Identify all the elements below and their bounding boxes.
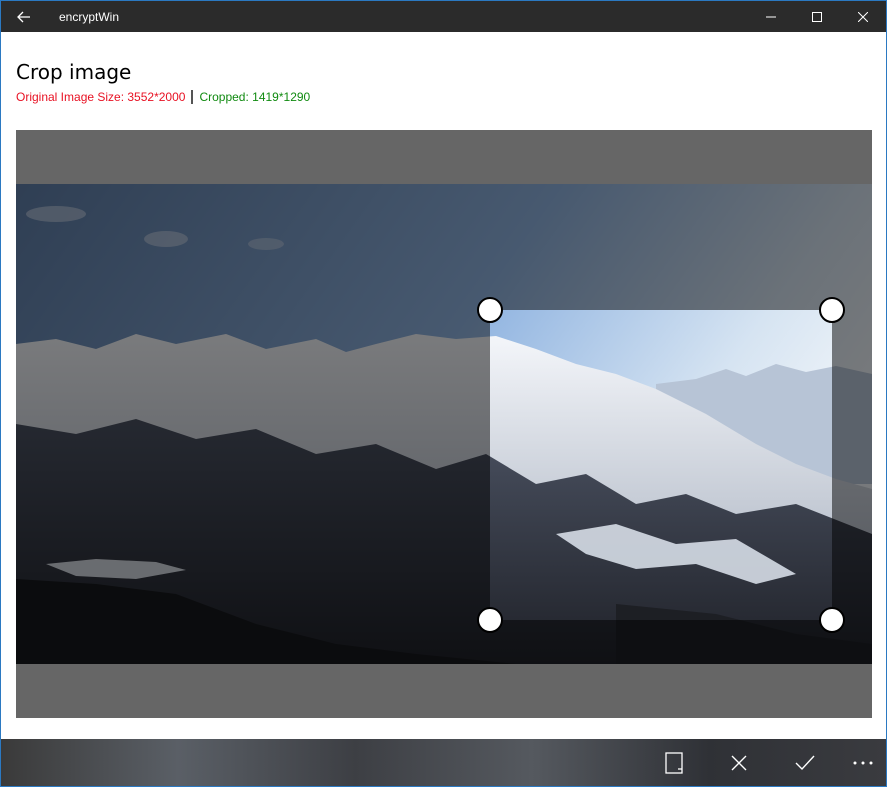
content-area: Crop image Original Image Size: 3552*200… bbox=[1, 32, 886, 740]
close-icon bbox=[858, 11, 868, 22]
size-separator bbox=[191, 90, 194, 104]
window-controls bbox=[748, 1, 886, 32]
app-window: encryptWin Crop image Original Image Siz… bbox=[0, 0, 887, 787]
crop-handle-bottom-left[interactable] bbox=[477, 607, 503, 633]
crop-selection[interactable] bbox=[490, 310, 832, 620]
back-button[interactable] bbox=[1, 1, 47, 32]
window-title: encryptWin bbox=[59, 9, 120, 24]
page-title: Crop image bbox=[16, 60, 132, 84]
dim-mask-right bbox=[832, 184, 872, 664]
image-size-info: Original Image Size: 3552*2000 Cropped: … bbox=[16, 90, 310, 104]
checkmark-icon bbox=[795, 755, 815, 770]
dim-mask-left bbox=[16, 184, 490, 664]
crop-handle-top-left[interactable] bbox=[477, 297, 503, 323]
crop-handle-top-right[interactable] bbox=[819, 297, 845, 323]
minimize-button[interactable] bbox=[748, 1, 794, 32]
crop-handle-bottom-right[interactable] bbox=[819, 607, 845, 633]
cancel-icon bbox=[731, 755, 747, 770]
crop-canvas[interactable] bbox=[16, 130, 872, 718]
original-size-text: Original Image Size: 3552*2000 bbox=[16, 90, 186, 104]
close-button[interactable] bbox=[840, 1, 886, 32]
command-bar bbox=[1, 739, 886, 786]
back-arrow-icon bbox=[17, 11, 30, 22]
minimize-icon bbox=[766, 16, 776, 17]
more-button[interactable] bbox=[834, 739, 886, 786]
title-bar: encryptWin bbox=[1, 1, 886, 32]
accept-button[interactable] bbox=[776, 739, 834, 786]
cancel-button[interactable] bbox=[710, 739, 768, 786]
aspect-ratio-button[interactable] bbox=[645, 739, 703, 786]
maximize-button[interactable] bbox=[794, 1, 840, 32]
maximize-icon bbox=[812, 11, 822, 22]
dim-mask-bottom bbox=[490, 620, 832, 664]
dim-mask-top bbox=[490, 184, 832, 310]
aspect-ratio-icon bbox=[665, 751, 683, 774]
cropped-size-text: Cropped: 1419*1290 bbox=[199, 90, 311, 104]
more-icon bbox=[853, 761, 873, 764]
